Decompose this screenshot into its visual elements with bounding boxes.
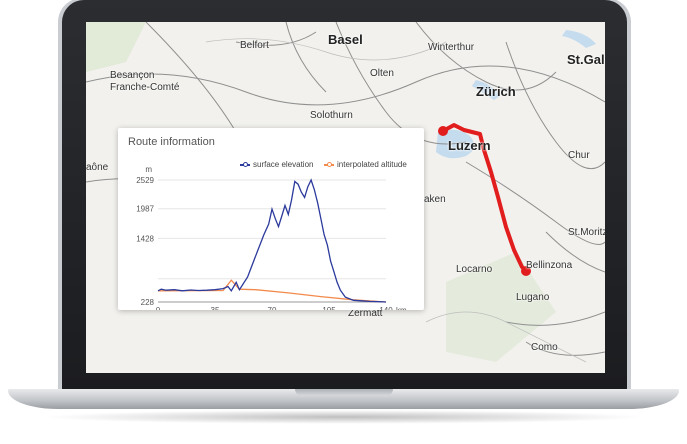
y-axis-unit: m — [145, 165, 152, 174]
city-label[interactable]: St.Moritz — [568, 227, 605, 238]
x-tick-label: 140 — [379, 306, 393, 310]
x-axis-unit: km — [396, 306, 407, 310]
series-line — [157, 178, 387, 303]
city-label[interactable]: Locarno — [456, 264, 492, 275]
city-label[interactable]: Bellinzona — [526, 260, 572, 271]
map-screen[interactable]: Belfort Basel Winterthur St.Gall Besançon Fra… — [86, 22, 605, 373]
city-label[interactable]: Olten — [370, 68, 394, 79]
y-tick-label: 1987 — [136, 205, 154, 214]
city-label[interactable]: aône — [86, 162, 108, 173]
city-label[interactable]: Winterthur — [428, 42, 474, 53]
y-tick-label: 228 — [141, 298, 155, 307]
city-label[interactable]: St.Gall — [567, 52, 605, 67]
terrain-patch — [86, 22, 146, 72]
city-label[interactable]: Luzern — [448, 138, 491, 153]
city-label[interactable]: aken — [424, 194, 446, 205]
series-line — [157, 279, 387, 303]
city-label[interactable]: Lugano — [516, 292, 549, 303]
city-label[interactable]: Solothurn — [310, 110, 353, 121]
laptop-shadow — [40, 410, 647, 424]
city-label[interactable]: Basel — [328, 32, 363, 47]
city-label[interactable]: Chur — [568, 150, 590, 161]
city-label[interactable]: Besançon — [110, 70, 154, 81]
route-start-marker[interactable] — [438, 126, 448, 136]
route-info-card: Route information surface elevation inte… — [118, 128, 424, 310]
x-tick-label: 0 — [156, 306, 161, 310]
y-tick-label: 2529 — [136, 176, 154, 185]
x-tick-label: 70 — [268, 306, 277, 310]
city-label[interactable]: Zürich — [476, 84, 516, 99]
elevation-chart: m 228 1428 1987 2529 0 35 70 105 140km — [136, 165, 407, 310]
x-tick-label: 35 — [211, 306, 220, 310]
y-tick-label: 1428 — [136, 234, 154, 243]
laptop-notch — [295, 389, 393, 396]
city-label[interactable]: Belfort — [240, 40, 269, 51]
lake-constance — [562, 30, 596, 48]
city-label[interactable]: Como — [531, 342, 558, 353]
city-label[interactable]: Franche-Comté — [110, 82, 179, 93]
x-tick-label: 105 — [322, 306, 336, 310]
